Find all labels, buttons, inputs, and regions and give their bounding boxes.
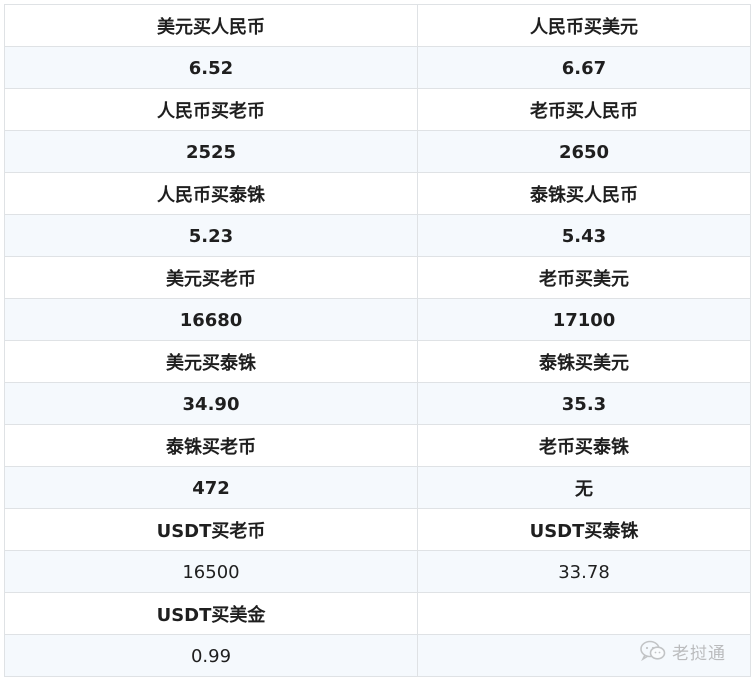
rate-value-cell: 6.67: [417, 46, 751, 89]
rate-value: 17100: [552, 309, 616, 331]
wechat-icon: [640, 640, 666, 662]
table-row: 美元买泰铢 泰铢买美元: [4, 340, 751, 383]
table-row: 人民币买老币 老币买人民币: [4, 88, 751, 131]
rate-label: 老币买泰铢: [539, 437, 629, 458]
rate-label: 泰铢买人民币: [530, 185, 638, 206]
rate-value: 472: [192, 477, 230, 499]
rate-label-cell: USDT买老币: [4, 508, 418, 551]
rate-label: 美元买人民币: [157, 17, 265, 38]
rate-label-cell: 老币买人民币: [417, 88, 751, 131]
rate-label-cell: 美元买泰铢: [4, 340, 418, 383]
rate-label-cell: [417, 592, 751, 635]
rate-value-cell: 2650: [417, 130, 751, 173]
rate-label-cell: 美元买人民币: [4, 4, 418, 47]
table-row: 5.23 5.43: [4, 214, 751, 257]
rate-value-cell: 2525: [4, 130, 418, 173]
rate-value: 6.67: [561, 57, 607, 79]
rate-label-cell: USDT买美金: [4, 592, 418, 635]
rate-value: 16680: [179, 309, 243, 331]
watermark: 老挝通: [640, 636, 726, 666]
rate-value: 无: [575, 479, 593, 500]
rate-value-cell: 472: [4, 466, 418, 509]
rate-value-cell: 5.23: [4, 214, 418, 257]
rate-label-cell: 人民币买美元: [417, 4, 751, 47]
rate-label-cell: USDT买泰铢: [417, 508, 751, 551]
rate-value-cell: 16500: [4, 550, 418, 593]
watermark-text: 老挝通: [672, 643, 726, 664]
rate-value-cell: 33.78: [417, 550, 751, 593]
rate-value-cell: 0.99: [4, 634, 418, 677]
rate-value: 6.52: [188, 57, 234, 79]
rate-label: 人民币买美元: [530, 17, 638, 38]
rate-value: 33.78: [558, 561, 610, 583]
rate-label: 美元买泰铢: [166, 353, 256, 374]
rate-label: USDT买泰铢: [529, 521, 639, 542]
table-row: 美元买人民币 人民币买美元: [4, 4, 751, 47]
table-row: 6.52 6.67: [4, 46, 751, 89]
rate-value: 0.99: [190, 645, 232, 667]
rate-label-cell: 泰铢买美元: [417, 340, 751, 383]
rate-value-cell: 35.3: [417, 382, 751, 425]
rate-label: 泰铢买老币: [166, 437, 256, 458]
rate-label: 老币买美元: [539, 269, 629, 290]
table-row: USDT买老币 USDT买泰铢: [4, 508, 751, 551]
rate-label: 老币买人民币: [530, 101, 638, 122]
rate-value: 16500: [182, 561, 240, 583]
rate-value-cell: 6.52: [4, 46, 418, 89]
table-row: 人民币买泰铢 泰铢买人民币: [4, 172, 751, 215]
rate-label: [418, 613, 750, 614]
rate-value: 34.90: [182, 393, 240, 415]
table-row: 16680 17100: [4, 298, 751, 341]
table-row: 2525 2650: [4, 130, 751, 173]
rate-value-cell: 无: [417, 466, 751, 509]
rate-value-cell: 17100: [417, 298, 751, 341]
table-row: 0.99: [4, 634, 751, 677]
rate-label-cell: 老币买美元: [417, 256, 751, 299]
rate-label: USDT买老币: [156, 521, 266, 542]
rate-label-cell: 美元买老币: [4, 256, 418, 299]
rate-label: USDT买美金: [156, 605, 266, 626]
rate-value: 5.23: [188, 225, 234, 247]
rate-label-cell: 老币买泰铢: [417, 424, 751, 467]
rate-label-cell: 人民币买老币: [4, 88, 418, 131]
table-row: 美元买老币 老币买美元: [4, 256, 751, 299]
rate-label-cell: 人民币买泰铢: [4, 172, 418, 215]
rate-value: 2650: [558, 141, 610, 163]
rate-value-cell: 16680: [4, 298, 418, 341]
table-row: 34.90 35.3: [4, 382, 751, 425]
rate-label-cell: 泰铢买老币: [4, 424, 418, 467]
table-row: 16500 33.78: [4, 550, 751, 593]
table-row: 泰铢买老币 老币买泰铢: [4, 424, 751, 467]
table-row: USDT买美金: [4, 592, 751, 635]
rate-label: 人民币买泰铢: [157, 185, 265, 206]
rate-value-cell: 34.90: [4, 382, 418, 425]
exchange-rate-table: 美元买人民币 人民币买美元 6.52 6.67 人民币买老币 老币买人民币 25…: [4, 4, 751, 677]
rate-value: 2525: [185, 141, 237, 163]
table-row: 472 无: [4, 466, 751, 509]
rate-value: 5.43: [561, 225, 607, 247]
rate-value-cell: 5.43: [417, 214, 751, 257]
rate-label: 泰铢买美元: [539, 353, 629, 374]
rate-label: 人民币买老币: [157, 101, 265, 122]
rate-label: 美元买老币: [166, 269, 256, 290]
rate-label-cell: 泰铢买人民币: [417, 172, 751, 215]
rate-value: 35.3: [561, 393, 607, 415]
